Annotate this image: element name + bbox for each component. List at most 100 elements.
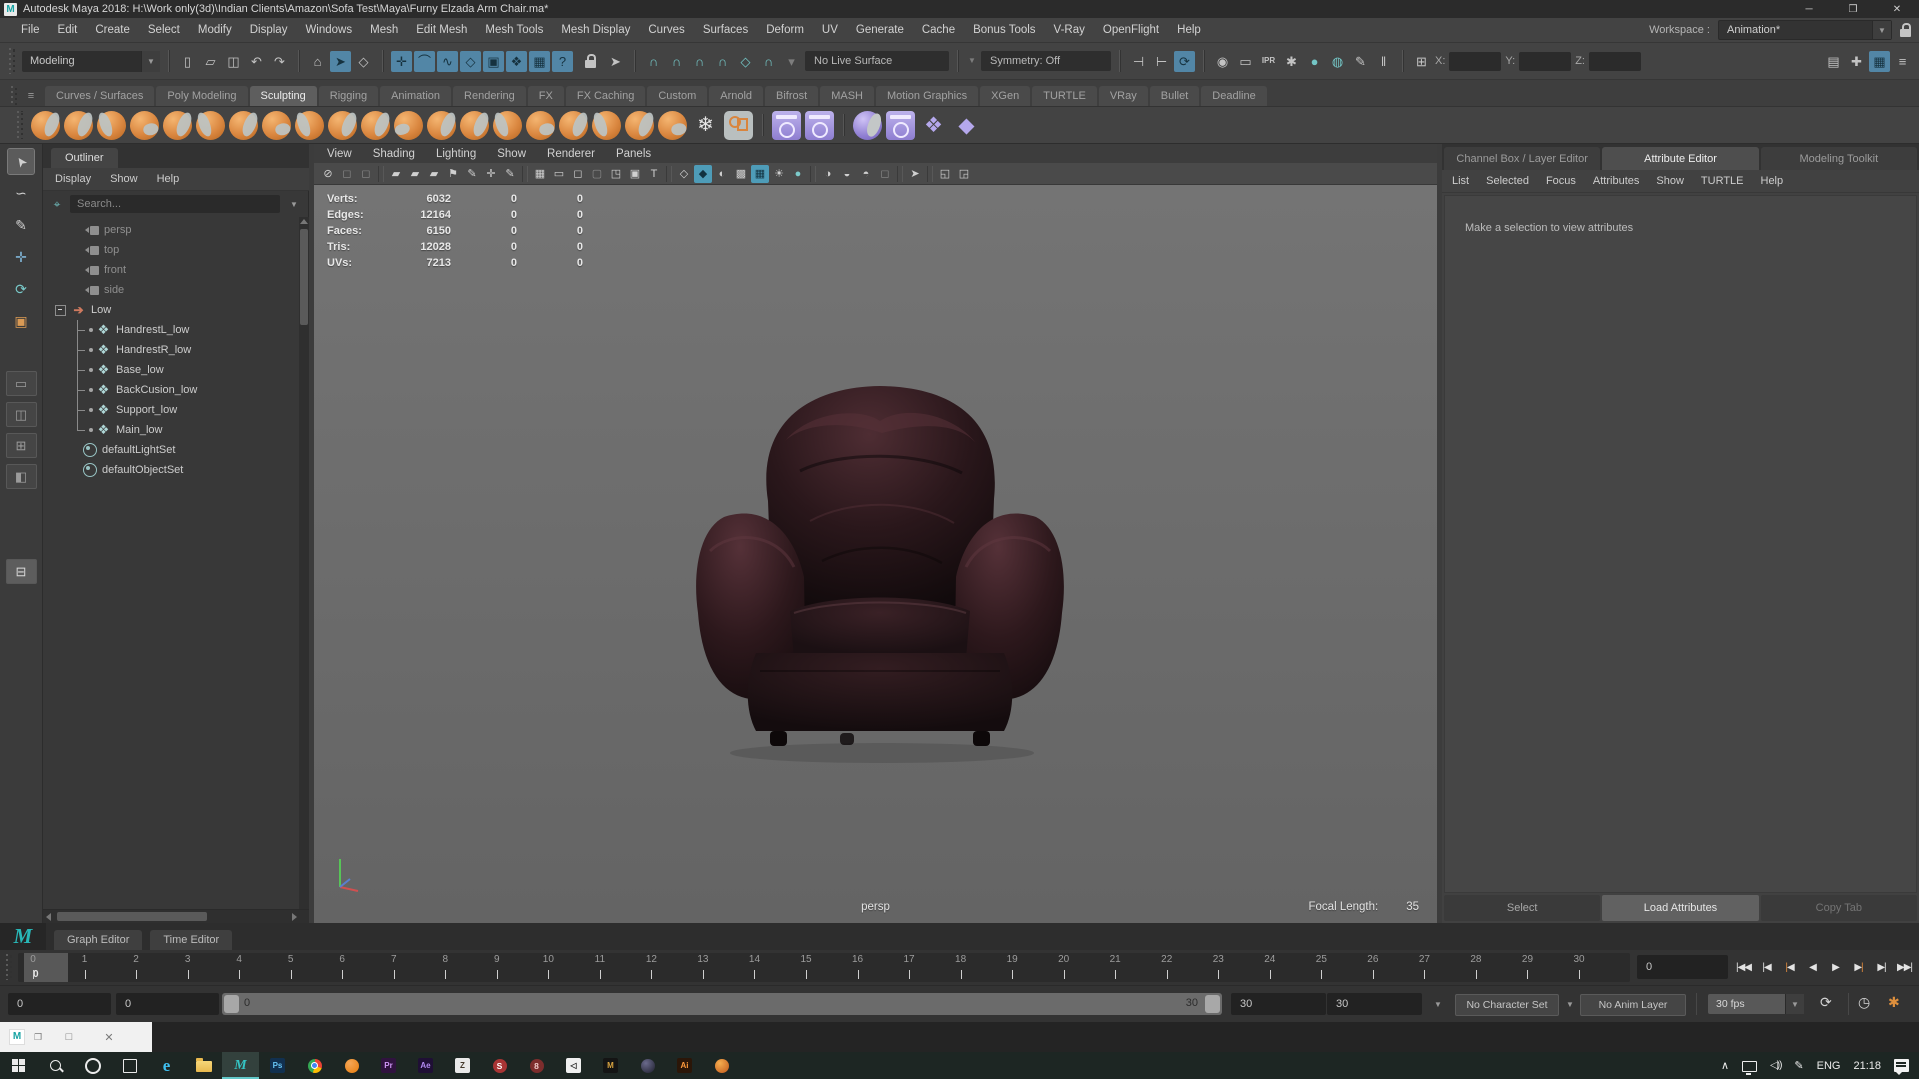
occlusion-icon[interactable]: ◒	[838, 165, 856, 183]
outliner-horizontal-scrollbar[interactable]	[43, 909, 309, 923]
cortana-button[interactable]	[74, 1052, 111, 1079]
outliner-item-defaultobjectset[interactable]: defaultObjectSet	[43, 460, 309, 480]
marmoset-icon[interactable]: M	[592, 1052, 629, 1079]
animation-preferences-icon[interactable]: ◷	[1858, 994, 1870, 1011]
chrome-icon[interactable]	[296, 1052, 333, 1079]
modeling-toolkit-toggle-icon[interactable]: ▤	[1823, 51, 1844, 72]
dim-toggle-a-icon[interactable]: ◻	[338, 165, 356, 183]
grease-pencil-icon[interactable]: ✎	[463, 165, 481, 183]
shelf-tab-turtle[interactable]: TURTLE	[1032, 86, 1097, 106]
pose-editor-icon[interactable]	[805, 110, 834, 140]
close-icon[interactable]: ✕	[89, 1031, 129, 1044]
separator[interactable]	[296, 49, 301, 73]
dim-toggle-c-icon[interactable]: ◻	[876, 165, 894, 183]
outliner-item-base-low[interactable]: ❖ Base_low	[43, 360, 309, 380]
outliner-item-side[interactable]: side	[43, 280, 309, 300]
animation-end-input[interactable]: 30	[1327, 993, 1422, 1015]
mask-rendering-icon[interactable]: ▦	[529, 50, 550, 72]
sculpt-wax-icon[interactable]	[394, 110, 423, 140]
file-explorer-icon[interactable]	[185, 1052, 222, 1079]
shelf-tab-custom[interactable]: Custom	[647, 86, 708, 106]
scale-tool[interactable]: ▣	[8, 309, 34, 334]
play-backwards-button[interactable]: ◀	[1801, 954, 1824, 981]
close-button[interactable]: ✕	[1875, 0, 1919, 18]
resolution-gate-icon[interactable]: ◻	[569, 165, 587, 183]
auto-key-icon[interactable]: ✱	[1888, 994, 1900, 1011]
menu-mesh-tools[interactable]: Mesh Tools	[476, 24, 552, 36]
ae-menu-help[interactable]: Help	[1761, 175, 1784, 187]
freeze-selection-icon[interactable]: ❄	[691, 111, 720, 140]
shadows-icon[interactable]: ◑	[819, 165, 837, 183]
sculpt-repeat-icon[interactable]	[328, 110, 357, 140]
menu-modify[interactable]: Modify	[189, 24, 241, 36]
hypershade-icon[interactable]: ◍	[1327, 51, 1348, 72]
ae-menu-list[interactable]: List	[1452, 175, 1469, 187]
sculpt-freeze-icon[interactable]	[658, 110, 687, 140]
live-surface-field[interactable]: No Live Surface	[805, 51, 949, 71]
render-frame-icon[interactable]: ▭	[1235, 51, 1256, 72]
select-button[interactable]: Select	[1444, 895, 1601, 921]
viewport-menu-panels[interactable]: Panels	[616, 148, 651, 160]
menu-openflight[interactable]: OpenFlight	[1094, 24, 1168, 36]
loop-playback-icon[interactable]: ⟳	[1820, 994, 1832, 1011]
sculpt-spray-icon[interactable]	[295, 110, 324, 140]
play-forwards-button[interactable]: ▶	[1824, 954, 1847, 981]
tab-channel-box-layer-editor[interactable]: Channel Box / Layer Editor	[1444, 147, 1601, 170]
menu-generate[interactable]: Generate	[847, 24, 913, 36]
image-plane-icon[interactable]: ▣	[626, 165, 644, 183]
menu-curves[interactable]: Curves	[639, 24, 693, 36]
ae-menu-focus[interactable]: Focus	[1546, 175, 1576, 187]
shelf-tab-curves-surfaces[interactable]: Curves / Surfaces	[45, 86, 155, 106]
snap-center-icon[interactable]: ∩	[712, 51, 733, 72]
step-forward-key-button[interactable]: ▶ |	[1847, 954, 1870, 981]
select-hierarchy-icon[interactable]: ⌂	[307, 51, 328, 72]
shelf-tab-animation[interactable]: Animation	[380, 86, 452, 106]
y-input[interactable]	[1519, 51, 1572, 71]
menu-display[interactable]: Display	[241, 24, 297, 36]
shelf-tab-rigging[interactable]: Rigging	[318, 86, 379, 106]
ae-menu-attributes[interactable]: Attributes	[1593, 175, 1639, 187]
sculpt-scrape-icon[interactable]	[427, 110, 456, 140]
illustrator-icon[interactable]: Ai	[666, 1052, 703, 1079]
range-slider[interactable]: 0 30	[222, 993, 1222, 1015]
character-set-selector[interactable]: No Character Set	[1455, 994, 1559, 1016]
sculpt-amplify-icon[interactable]	[592, 110, 621, 140]
pane-a-icon[interactable]: ◱	[936, 165, 954, 183]
gate-mask-icon[interactable]: ▢	[588, 165, 606, 183]
ipr-render-icon[interactable]: IPR	[1258, 51, 1279, 72]
chevron-down-icon[interactable]: ▼	[1434, 1000, 1442, 1009]
menu-bonus-tools[interactable]: Bonus Tools	[964, 24, 1044, 36]
shelf-tab-sculpting[interactable]: Sculpting	[249, 86, 317, 106]
sculpt-panel-icon[interactable]	[724, 110, 753, 140]
menu-set-dropdown[interactable]: Modeling ▼	[22, 50, 160, 72]
zbrush-icon[interactable]: Z	[444, 1052, 481, 1079]
move-manip-icon[interactable]: ✛	[482, 165, 500, 183]
quixel-icon[interactable]: ◁	[555, 1052, 592, 1079]
annotate-icon[interactable]: ✎	[501, 165, 519, 183]
sculpt-knife-icon[interactable]	[493, 110, 522, 140]
outliner-item-support-low[interactable]: ❖ Support_low	[43, 400, 309, 420]
snap-curve-icon[interactable]: ∩	[666, 51, 687, 72]
chevron-down-icon[interactable]: ▼	[1785, 994, 1804, 1014]
layout-persp-outliner[interactable]: ◧	[5, 464, 37, 489]
film-gate-icon[interactable]: ▭	[550, 165, 568, 183]
outliner-item-top[interactable]: top	[43, 240, 309, 260]
dark-sphere-app-icon[interactable]	[629, 1052, 666, 1079]
menu-windows[interactable]: Windows	[296, 24, 361, 36]
viewport-canvas[interactable]: Verts: 6032 0 0 Edges: 12164 0 0 Faces: 6150 0 0 Tri…	[314, 185, 1437, 923]
hud-text-icon[interactable]: T	[645, 165, 663, 183]
edge-icon[interactable]: e	[148, 1052, 185, 1079]
isolate-select-icon[interactable]: ➤	[906, 165, 924, 183]
menu-mesh[interactable]: Mesh	[361, 24, 407, 36]
blendshape-icon[interactable]: ❖	[919, 111, 948, 140]
material-icon[interactable]: ●	[789, 165, 807, 183]
pen-icon[interactable]: ✎	[1794, 1059, 1803, 1072]
snap-live-icon[interactable]: ∩	[758, 51, 779, 72]
mask-misc-icon[interactable]: ?	[552, 50, 573, 72]
viewport-menu-view[interactable]: View	[327, 148, 352, 160]
pane-b-icon[interactable]: ◲	[955, 165, 973, 183]
viewport-menu-renderer[interactable]: Renderer	[547, 148, 595, 160]
shelf-tab-arnold[interactable]: Arnold	[709, 86, 764, 106]
outliner-menu-show[interactable]: Show	[110, 173, 138, 185]
search-input[interactable]: Search...	[70, 195, 280, 213]
